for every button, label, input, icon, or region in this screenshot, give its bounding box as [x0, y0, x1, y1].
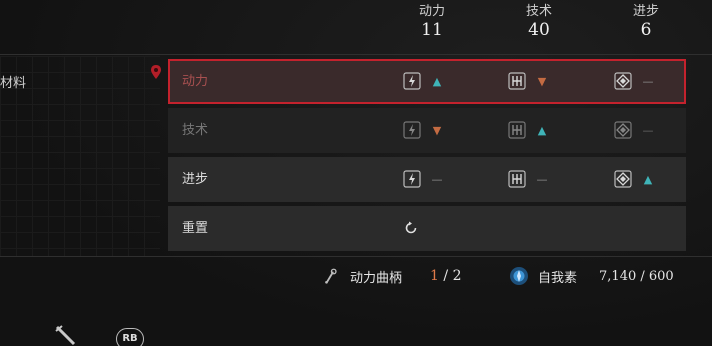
stat-header-technique: 技术 40: [504, 0, 574, 40]
stat-label: 技术: [525, 4, 552, 19]
crank-separator: /: [438, 268, 453, 284]
ego-counter: 自我素 7,140 / 600: [508, 264, 674, 288]
indicator-down: ▼: [537, 74, 547, 88]
crank-label: 动力曲柄: [350, 270, 403, 286]
technique-effect-cell: ▼: [508, 71, 548, 91]
indicator-up: ▲: [432, 74, 442, 88]
technique-effect-cell: —: [508, 169, 548, 189]
power-stat-icon: [403, 170, 421, 188]
crank-icon: [325, 268, 337, 284]
stat-row-power[interactable]: 动力 ▲ ▼ —: [168, 59, 686, 104]
weapon-icon[interactable]: [54, 324, 80, 346]
technique-stat-icon: [508, 72, 526, 90]
power-effect-cell: ▲: [403, 71, 443, 91]
top-divider: [0, 54, 712, 55]
crank-counter: 动力曲柄 1 / 2: [322, 264, 461, 288]
stat-value: 40: [528, 20, 550, 40]
stat-value: 6: [640, 20, 652, 40]
power-stat-icon: [403, 72, 421, 90]
indicator-up: ▲: [643, 172, 653, 186]
stat-header-advance: 进步 6: [611, 0, 681, 40]
stat-label: 动力: [418, 4, 445, 19]
stat-row-technique[interactable]: 技术 ▼ ▲ —: [168, 108, 686, 153]
advance-effect-cell: ▲: [614, 169, 654, 189]
crank-max: 2: [452, 268, 462, 284]
rb-button-prompt[interactable]: RB: [116, 328, 144, 346]
indicator-up: ▲: [537, 123, 547, 137]
indicator-flat: —: [642, 123, 654, 137]
bottom-divider: [0, 256, 712, 257]
power-effect-cell: —: [403, 169, 443, 189]
stat-header-power: 动力 11: [397, 0, 467, 40]
advance-stat-icon: [614, 72, 632, 90]
indicator-flat: —: [536, 172, 548, 186]
reset-label: 重置: [182, 221, 209, 236]
stat-allocation-panel: 动力 11 技术 40 进步 6 材料 动力 ▲ ▼ — 技术 ▼ ▲ — 进步…: [0, 0, 712, 346]
row-name: 技术: [182, 123, 209, 138]
advance-stat-icon: [614, 170, 632, 188]
stat-value: 11: [421, 20, 443, 40]
advance-effect-cell: —: [614, 120, 654, 140]
reset-button[interactable]: 重置: [168, 206, 686, 251]
ego-icon: [510, 267, 528, 285]
materials-label: 材料: [0, 76, 27, 91]
ego-label: 自我素: [538, 270, 578, 286]
indicator-down: ▼: [432, 123, 442, 137]
row-name: 动力: [182, 74, 209, 89]
row-name: 进步: [182, 172, 209, 187]
power-effect-cell: ▼: [403, 120, 443, 140]
indicator-flat: —: [431, 172, 443, 186]
advance-effect-cell: —: [614, 71, 654, 91]
reset-icon: [405, 221, 417, 234]
technique-stat-icon: [508, 121, 526, 139]
advance-stat-icon: [614, 121, 632, 139]
technique-stat-icon: [508, 170, 526, 188]
crank-current: 1: [430, 268, 439, 284]
ego-value: 7,140 / 600: [599, 268, 674, 284]
stat-label: 进步: [632, 4, 659, 19]
map-pin-icon: [151, 65, 161, 79]
indicator-flat: —: [642, 74, 654, 88]
stat-row-advance[interactable]: 进步 — — ▲: [168, 157, 686, 202]
power-stat-icon: [403, 121, 421, 139]
technique-effect-cell: ▲: [508, 120, 548, 140]
